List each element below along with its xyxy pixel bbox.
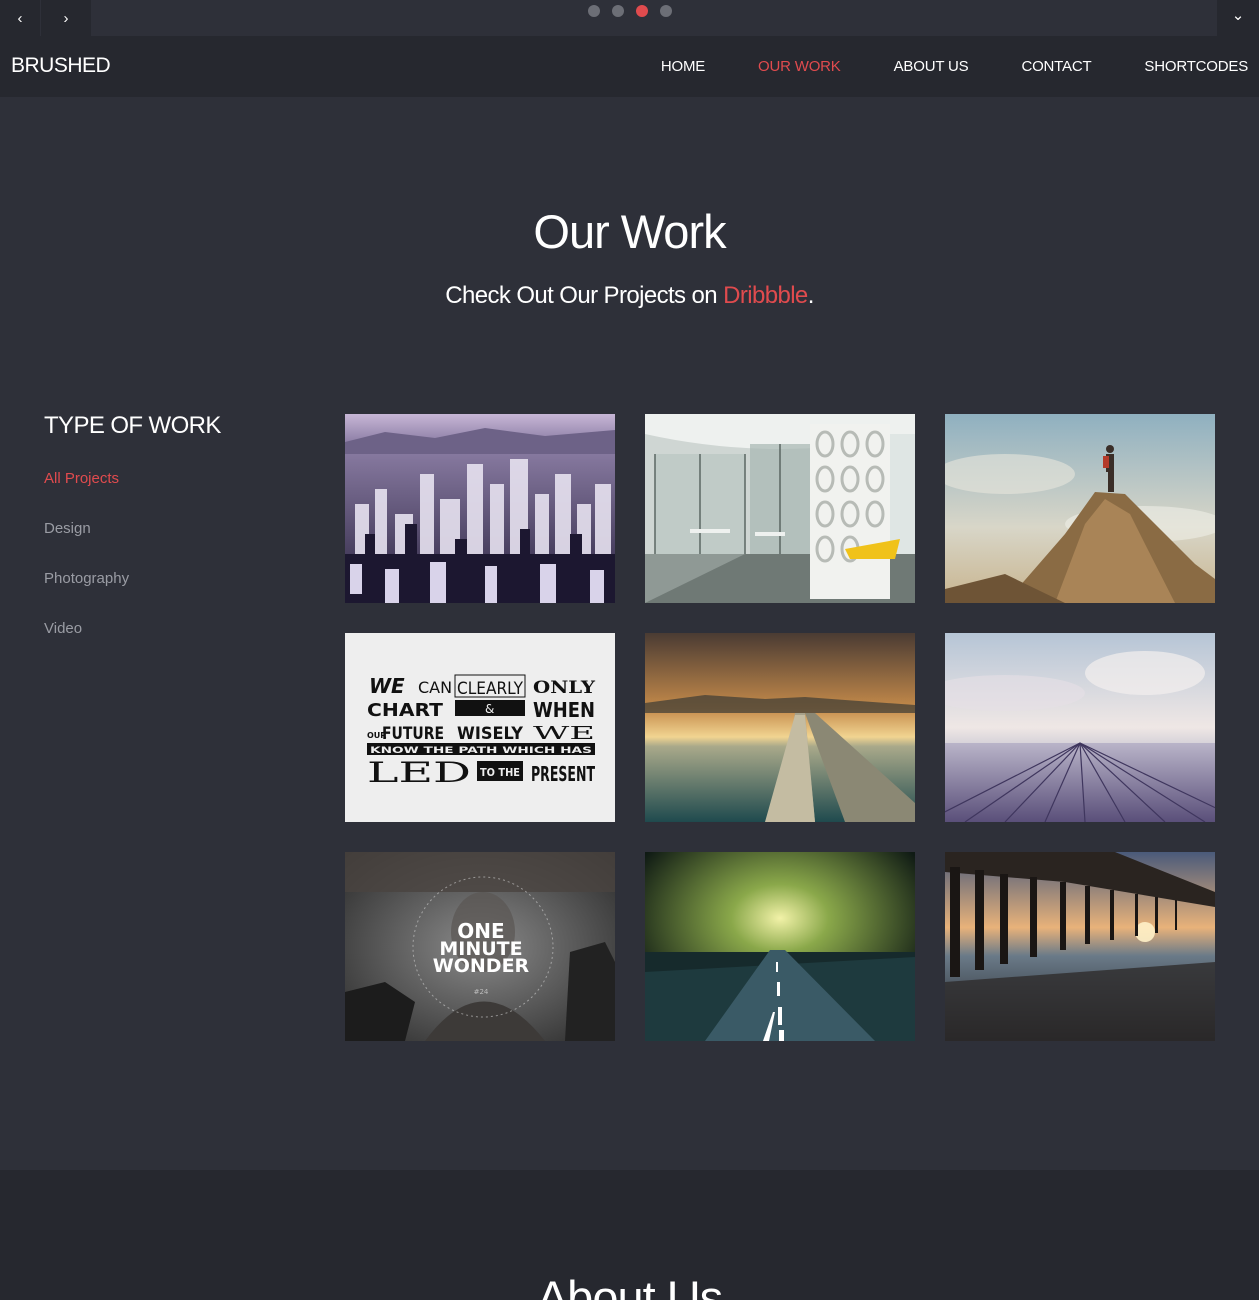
- poster-word-we-2: WE: [533, 723, 595, 744]
- project-thumb-typography-poster[interactable]: WE CAN CLEARLY ONLY CHART & WHEN OUR FUT…: [345, 633, 615, 822]
- slider-controls: ‹ › ⌄: [0, 0, 1259, 36]
- poster-word-when: WHEN: [533, 698, 595, 722]
- chevron-right-icon: ›: [63, 9, 69, 27]
- hiker-on-rock-image: [945, 414, 1215, 603]
- nav-our-work[interactable]: OUR WORK: [758, 58, 841, 75]
- project-thumb-one-minute-wonder[interactable]: ONE MINUTE WONDER #24: [345, 852, 615, 1041]
- project-thumb-office-interior[interactable]: [645, 414, 915, 603]
- poster-line-path: KNOW THE PATH WHICH HAS: [370, 746, 592, 756]
- nav-about-us[interactable]: ABOUT US: [894, 58, 969, 75]
- about-title: About Us: [536, 1271, 723, 1300]
- section-subtitle: Check Out Our Projects on Dribbble.: [0, 282, 1259, 310]
- subtitle-period: .: [807, 282, 815, 309]
- filter-title: TYPE OF WORK: [44, 412, 221, 439]
- filter-all-projects[interactable]: All Projects: [44, 470, 119, 487]
- city-skyline-image: [345, 414, 615, 603]
- slider-next-button[interactable]: ›: [41, 0, 91, 36]
- brand-logo[interactable]: BRUSHED: [11, 54, 111, 78]
- road-storm-image: [645, 852, 915, 1041]
- slider-pagination: [588, 5, 672, 17]
- dribbble-link[interactable]: Dribbble: [723, 282, 808, 309]
- poster-word-clearly: CLEARLY: [457, 679, 524, 699]
- nav-shortcodes[interactable]: SHORTCODES: [1144, 58, 1248, 75]
- main-nav: HOME OUR WORK ABOUT US CONTACT SHORTCODE…: [608, 58, 1248, 75]
- menu-toggle-button[interactable]: ⌄: [1217, 0, 1259, 36]
- omw-episode: #24: [474, 988, 489, 996]
- subtitle-text: Check Out Our Projects on: [445, 282, 724, 309]
- slider-dot[interactable]: [588, 5, 600, 17]
- poster-word-we: WE: [369, 674, 405, 698]
- project-thumb-city-skyline[interactable]: [345, 414, 615, 603]
- filter-photography[interactable]: Photography: [44, 570, 129, 587]
- about-section: About Us: [0, 1170, 1259, 1300]
- one-minute-wonder-image: ONE MINUTE WONDER #24: [345, 852, 615, 1041]
- project-thumb-hiker-on-rock[interactable]: [945, 414, 1215, 603]
- nav-contact[interactable]: CONTACT: [1021, 58, 1091, 75]
- project-thumb-pier-at-sunset[interactable]: [645, 633, 915, 822]
- slider-dot[interactable]: [660, 5, 672, 17]
- poster-word-present: PRESENT: [531, 762, 595, 786]
- poster-word-future: FUTURE: [382, 724, 444, 744]
- wooden-deck-sky-image: [945, 633, 1215, 822]
- nav-home[interactable]: HOME: [661, 58, 705, 75]
- project-thumb-wooden-deck-sky[interactable]: [945, 633, 1215, 822]
- project-thumb-beach-pier[interactable]: [945, 852, 1215, 1041]
- chevron-down-icon: ⌄: [1231, 7, 1245, 24]
- poster-ampersand: &: [485, 702, 494, 716]
- project-thumb-road-storm[interactable]: [645, 852, 915, 1041]
- poster-word-can: CAN: [418, 678, 452, 697]
- filter-design[interactable]: Design: [44, 520, 91, 537]
- pier-at-sunset-image: [645, 633, 915, 822]
- omw-line-wonder: WONDER: [433, 955, 530, 977]
- navbar: BRUSHED HOME OUR WORK ABOUT US CONTACT S…: [0, 36, 1259, 97]
- filter-video[interactable]: Video: [44, 620, 82, 637]
- slider-dot[interactable]: [612, 5, 624, 17]
- poster-word-only: ONLY: [533, 678, 596, 698]
- poster-word-to-the: TO THE: [480, 766, 520, 779]
- poster-word-led: LED: [367, 756, 471, 789]
- poster-word-chart: CHART: [367, 700, 444, 721]
- office-interior-image: [645, 414, 915, 603]
- section-title: Our Work: [533, 205, 726, 258]
- typography-poster-image: WE CAN CLEARLY ONLY CHART & WHEN OUR FUT…: [345, 633, 615, 822]
- chevron-left-icon: ‹: [17, 9, 23, 27]
- poster-word-wisely: WISELY: [457, 724, 524, 744]
- slider-prev-button[interactable]: ‹: [0, 0, 40, 36]
- slider-dot-active[interactable]: [636, 5, 648, 17]
- beach-pier-image: [945, 852, 1215, 1041]
